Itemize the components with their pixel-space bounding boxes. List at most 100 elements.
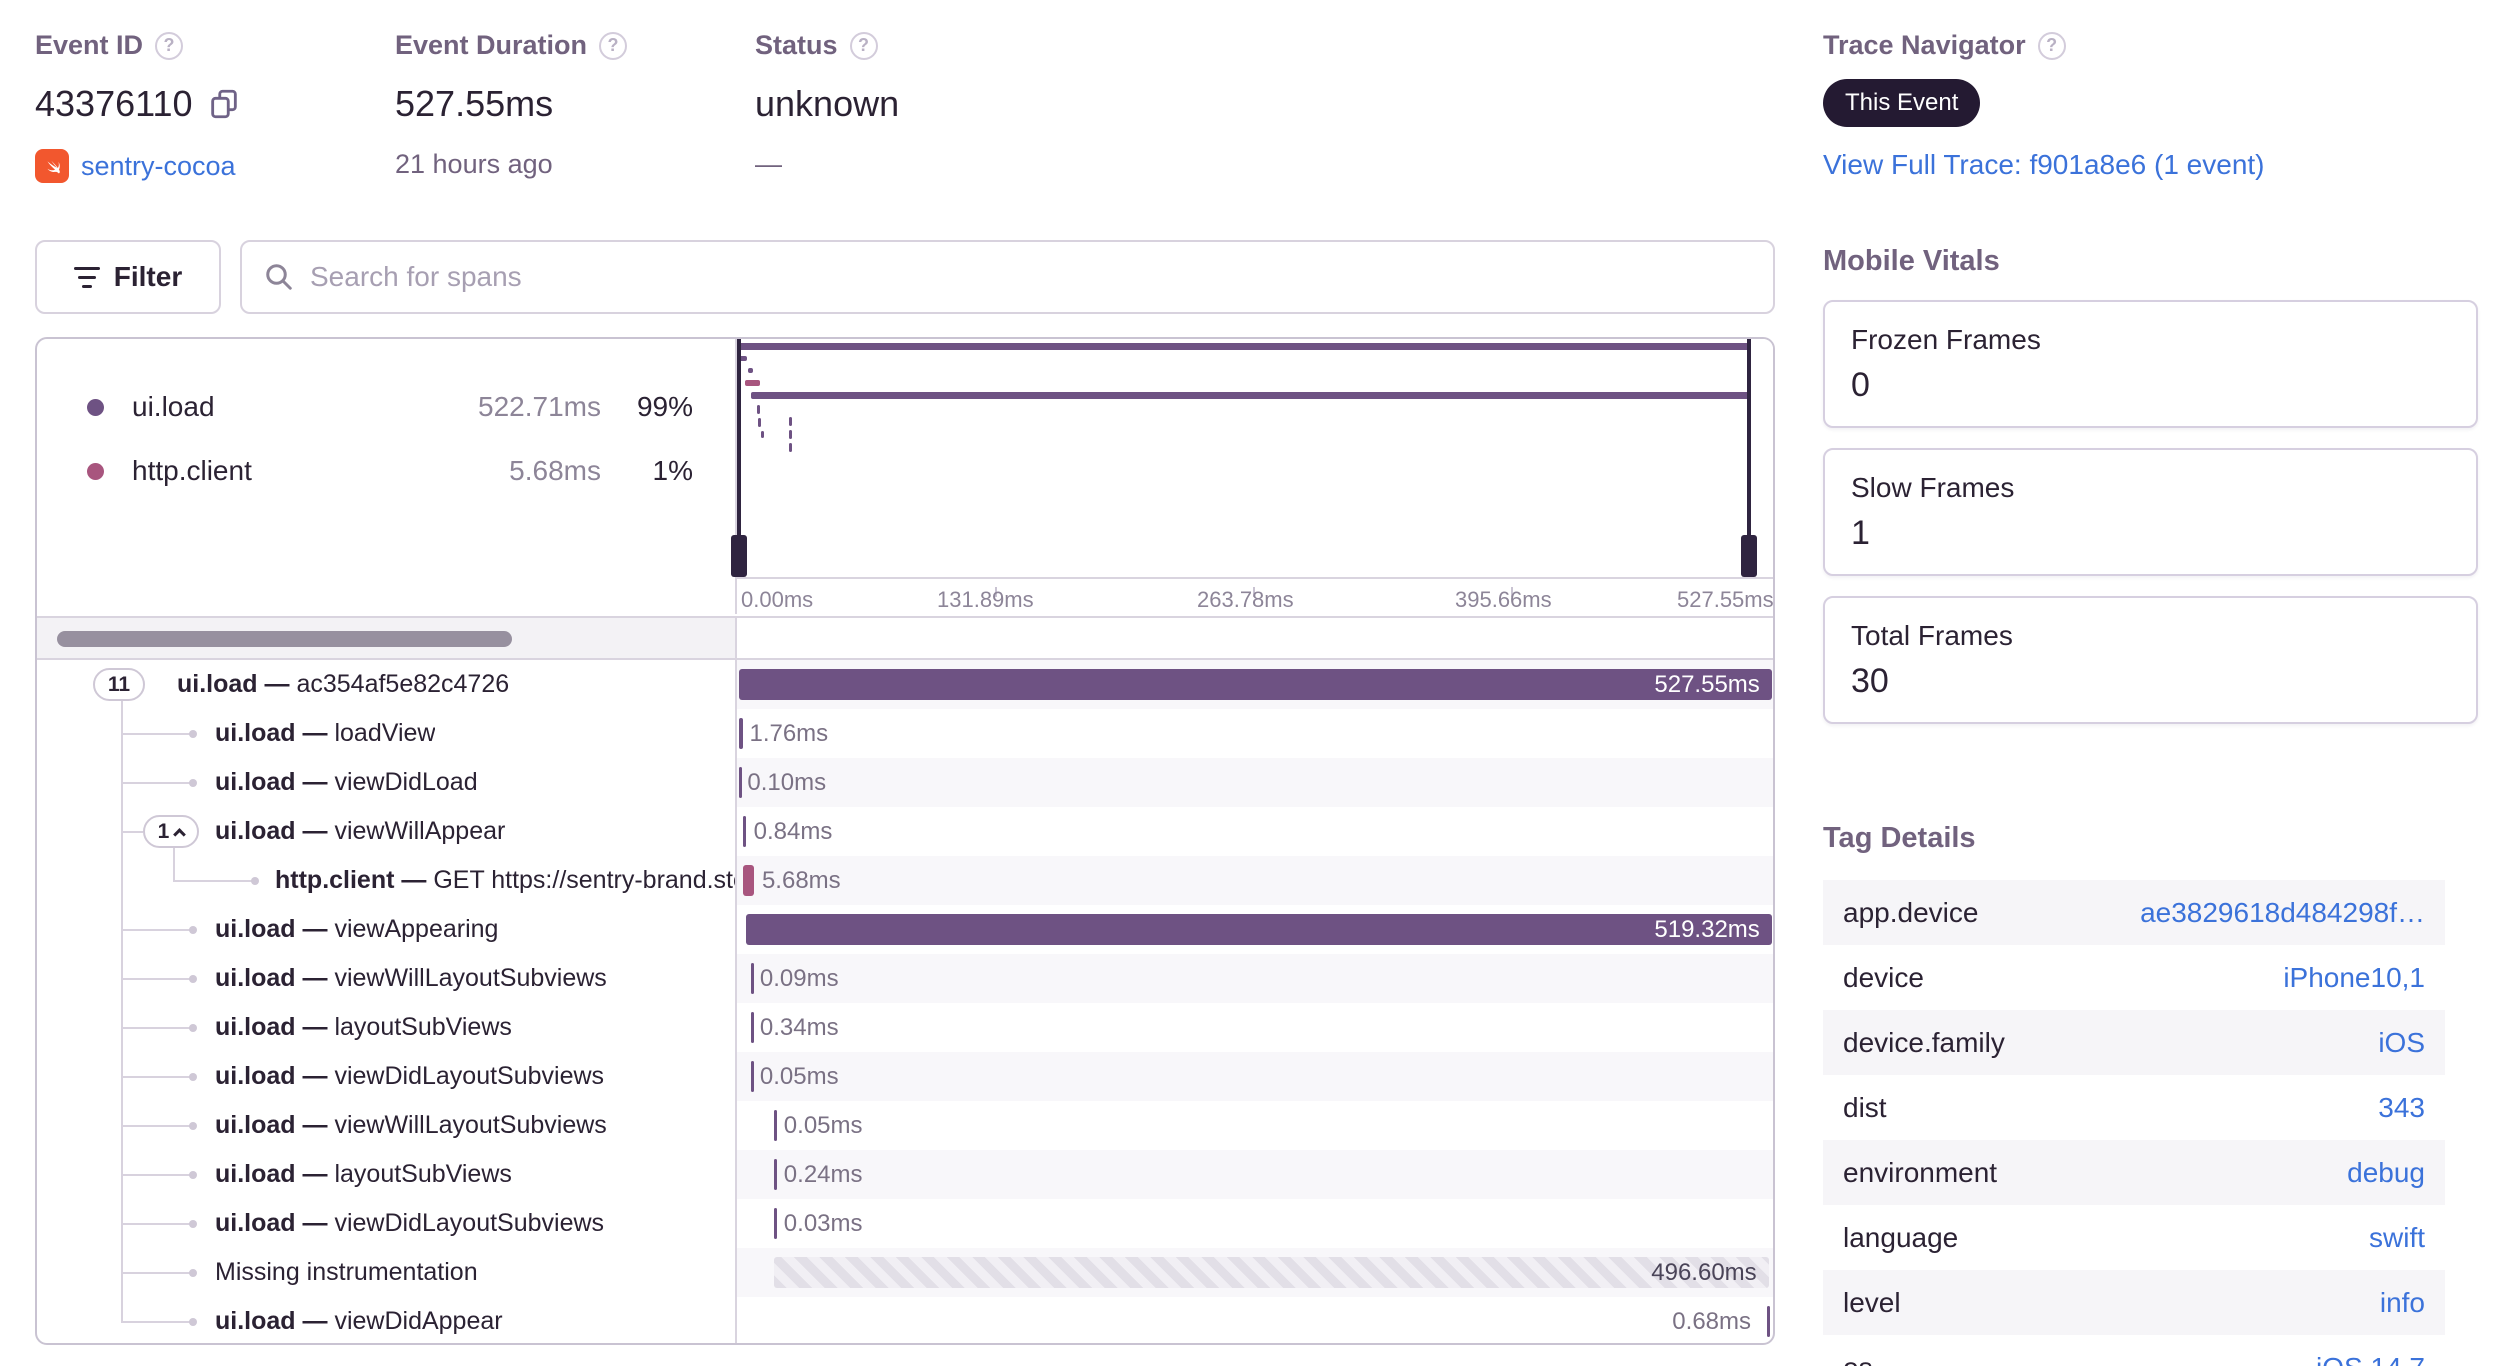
span-duration: 0.34ms: [759, 1013, 839, 1041]
span-duration: 0.24ms: [783, 1160, 863, 1188]
event-id-value: 43376110: [35, 83, 193, 124]
time-axis: 0.00ms 131.89ms 263.78ms 395.66ms 527.55…: [737, 577, 1774, 616]
filter-button[interactable]: Filter: [35, 240, 221, 314]
trace-navigator-section: Trace Navigator ? This Event View Full T…: [1823, 30, 2265, 181]
help-icon[interactable]: ?: [599, 31, 628, 60]
ui-load-dot-icon: [87, 398, 104, 416]
span-bar[interactable]: [751, 963, 755, 994]
span-bar[interactable]: [774, 1110, 778, 1141]
span-row[interactable]: ui.load — viewWillLayoutSubviews 0.09ms: [37, 954, 1773, 1003]
span-row[interactable]: Missing instrumentation 496.60ms: [37, 1248, 1773, 1297]
filter-button-label: Filter: [113, 261, 183, 292]
span-row[interactable]: ui.load — viewDidLayoutSubviews 0.03ms: [37, 1199, 1773, 1248]
tag-value-link[interactable]: iPhone10,1: [2283, 962, 2425, 994]
event-duration-value: 527.55ms: [395, 83, 554, 124]
span-duration: 1.76ms: [749, 719, 829, 747]
span-bar[interactable]: [742, 816, 746, 847]
tag-value-link[interactable]: info: [2380, 1287, 2425, 1319]
tag-value-link[interactable]: 343: [2378, 1092, 2425, 1124]
tag-row: device.family iOS: [1823, 1010, 2445, 1075]
span-count-pill[interactable]: 11: [93, 668, 145, 701]
tag-value-link[interactable]: ae3829618d484298f…: [2140, 897, 2425, 929]
span-row[interactable]: 11 ui.load — ac354af5e82c4726 527.55ms: [37, 660, 1773, 709]
help-icon[interactable]: ?: [849, 31, 878, 60]
minimap-right-handle[interactable]: [1741, 535, 1757, 577]
scroll-strip: [37, 616, 1773, 660]
span-count-pill[interactable]: 1: [143, 815, 199, 848]
span-bar[interactable]: [774, 1159, 778, 1190]
span-bar[interactable]: [751, 1012, 755, 1043]
horizontal-scrollbar[interactable]: [57, 631, 512, 647]
span-row[interactable]: ui.load — loadView 1.76ms: [37, 709, 1773, 758]
minimap-span: [745, 380, 760, 386]
tag-row: dist 343: [1843, 1091, 2425, 1124]
this-event-badge: This Event: [1823, 79, 1981, 127]
span-row[interactable]: ui.load — viewDidLoad 0.10ms: [37, 758, 1773, 807]
status-label: Status: [755, 30, 838, 60]
span-row[interactable]: http.client — GET https://sentry-brand.s…: [37, 856, 1773, 905]
span-bar[interactable]: 527.55ms: [739, 669, 1772, 700]
minimap-left-handle[interactable]: [731, 535, 747, 577]
legend-item-http-client[interactable]: http.client 5.68ms 1%: [37, 439, 735, 503]
legend-item-ui-load[interactable]: ui.load 522.71ms 99%: [37, 375, 735, 439]
tag-value-link[interactable]: iOS: [2378, 1027, 2425, 1059]
span-row[interactable]: ui.load — layoutSubViews 0.24ms: [37, 1150, 1773, 1199]
help-icon[interactable]: ?: [155, 31, 184, 60]
span-row[interactable]: ui.load — viewDidAppear 0.68ms: [37, 1297, 1773, 1343]
tag-value-link[interactable]: swift: [2369, 1222, 2425, 1254]
tag-details-heading: Tag Details: [1823, 822, 1976, 854]
axis-tick-label: 263.78ms: [1197, 587, 1294, 612]
span-bar[interactable]: [739, 718, 743, 749]
minimap-span: [757, 405, 760, 414]
span-row[interactable]: ui.load — layoutSubViews 0.34ms: [37, 1003, 1773, 1052]
span-bar[interactable]: [774, 1208, 778, 1239]
span-duration: 0.05ms: [783, 1111, 863, 1139]
span-duration: 527.55ms: [1654, 670, 1760, 698]
trace-view-panel: ui.load 522.71ms 99% http.client 5.68ms …: [35, 337, 1775, 1345]
span-duration: 496.60ms: [1651, 1258, 1757, 1286]
span-bar[interactable]: [1766, 1306, 1770, 1337]
view-full-trace-link[interactable]: View Full Trace: f901a8e6 (1 event): [1823, 149, 2265, 181]
tag-row: device iPhone10,1: [1843, 961, 2425, 994]
span-bar[interactable]: [751, 1061, 755, 1092]
axis-tick-label: 527.55ms: [1677, 587, 1774, 612]
tag-row: language swift: [1843, 1221, 2425, 1254]
tag-row: level info: [1823, 1270, 2445, 1335]
copy-icon[interactable]: [207, 87, 241, 121]
span-duration: 0.68ms: [1672, 1307, 1751, 1335]
minimap-span: [789, 443, 792, 452]
span-duration: 0.09ms: [759, 964, 839, 992]
search-input[interactable]: [310, 261, 1751, 293]
span-duration: 519.32ms: [1654, 915, 1760, 943]
event-id-section: Event ID ? 43376110 sentry-cocoa: [35, 30, 241, 183]
status-sub: —: [755, 149, 782, 179]
span-duration: 0.10ms: [747, 768, 827, 796]
span-duration: 0.03ms: [783, 1209, 863, 1237]
span-row[interactable]: 1 ui.load — viewWillAppear 0.84ms: [37, 807, 1773, 856]
project-link[interactable]: sentry-cocoa: [81, 151, 236, 182]
span-row[interactable]: ui.load — viewAppearing 519.32ms: [37, 905, 1773, 954]
tag-row: osiOS 14.7: [1823, 1335, 2445, 1366]
trace-navigator-label: Trace Navigator: [1823, 30, 2026, 60]
minimap-span: [789, 417, 792, 426]
minimap-span: [789, 430, 792, 439]
trace-minimap[interactable]: [731, 339, 1773, 577]
span-duration: 0.05ms: [759, 1062, 839, 1090]
tag-row: app.device ae3829618d484298f…: [1823, 880, 2445, 945]
tag-value-link[interactable]: debug: [2347, 1157, 2425, 1189]
swift-platform-icon: [35, 149, 69, 183]
help-icon[interactable]: ?: [2037, 31, 2066, 60]
missing-instrumentation-bar[interactable]: 496.60ms: [774, 1257, 1769, 1288]
span-row[interactable]: ui.load — viewDidLayoutSubviews 0.05ms: [37, 1052, 1773, 1101]
span-bar[interactable]: [739, 767, 743, 798]
span-bar[interactable]: [742, 865, 754, 896]
http-client-dot-icon: [87, 462, 104, 480]
span-row[interactable]: ui.load — viewWillLayoutSubviews 0.05ms: [37, 1101, 1773, 1150]
tag-details-table: app.device ae3829618d484298f… device iPhon…: [1823, 880, 2445, 1366]
axis-tick-label: 395.66ms: [1455, 587, 1552, 612]
tag-value-link[interactable]: iOS 14.7: [2316, 1352, 2425, 1366]
span-bar[interactable]: 519.32ms: [746, 914, 1772, 945]
span-duration: 5.68ms: [761, 866, 841, 894]
minimap-span: [737, 343, 1749, 350]
axis-tick-label: 131.89ms: [937, 587, 1034, 612]
